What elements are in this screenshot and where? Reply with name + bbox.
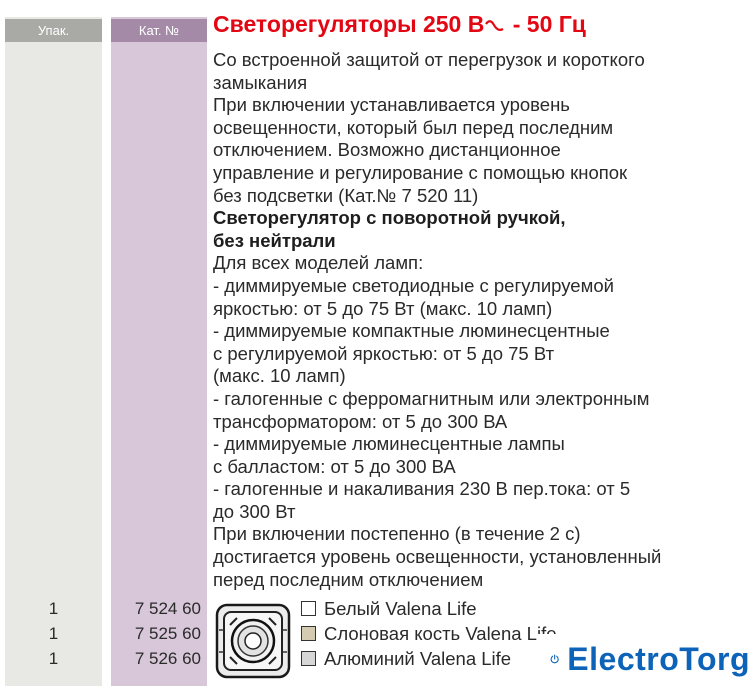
description-line: достигается уровень освещенности, устано… <box>213 546 662 568</box>
subtitle-line: Светорегулятор с поворотной ручкой, <box>213 207 566 229</box>
pack-quantity: 1 <box>48 599 59 618</box>
variant-name: Слоновая кость Valena Life <box>324 623 557 644</box>
description-line: без подсветки (Кат.№ 7 520 11) <box>213 184 479 206</box>
color-swatch <box>301 626 316 641</box>
section-title: Светорегуляторы 250 В - 50 Гц <box>213 11 750 38</box>
description-line: замыкания <box>213 71 308 93</box>
power-icon <box>550 654 559 664</box>
description-line: Для всех моделей ламп: <box>213 252 424 274</box>
product-description: Со встроенной защитой от перегрузок и ко… <box>213 49 748 591</box>
pack-quantity: 1 <box>48 624 59 643</box>
description-line: управление и регулирование с помощью кно… <box>213 161 628 183</box>
description-line: до 300 Вт <box>213 500 296 522</box>
variant-name: Алюминий Valena Life <box>324 648 512 669</box>
description-line: - диммируемые светодиодные с регулируемо… <box>213 274 614 296</box>
variant-name: Белый Valena Life <box>324 598 477 619</box>
description-line: Со встроенной защитой от перегрузок и ко… <box>213 49 645 70</box>
description-line: трансформатором: от 5 до 300 ВА <box>213 410 508 432</box>
description-line: перед последним отключением <box>213 568 484 590</box>
upak-header: Упак. <box>5 19 102 42</box>
color-swatch <box>301 601 316 616</box>
pack-quantity: 1 <box>48 649 59 668</box>
variant-row: 1 7 524 60 Белый Valena Life <box>0 597 750 620</box>
description-line: - диммируемые люминесцентные лампы <box>213 433 565 455</box>
description-line: (макс. 10 ламп) <box>213 365 346 387</box>
color-swatch <box>301 651 316 666</box>
catalog-number: 7 525 60 <box>134 624 201 643</box>
dimmer-product-image <box>215 603 291 679</box>
description-line: с регулируемой яркостью: от 5 до 75 Вт <box>213 342 555 364</box>
ac-wave-icon <box>485 20 504 31</box>
catalog-number: 7 526 60 <box>134 649 201 668</box>
catalog-number: 7 524 60 <box>134 599 201 618</box>
description-line: отключением. Возможно дистанционное <box>213 139 561 161</box>
description-line: При включении постепенно (в течение 2 с) <box>213 523 581 545</box>
title-text: Светорегуляторы 250 В <box>213 11 485 37</box>
description-line: - диммируемые компактные люминесцентные <box>213 320 610 342</box>
electrotorg-logo: ElectroTorg <box>538 634 750 684</box>
catalog-header: Кат. № <box>111 19 207 42</box>
description-line: При включении устанавливается уровень <box>213 94 570 116</box>
title-frequency: - 50 Гц <box>506 11 586 37</box>
catalog-column <box>111 17 207 686</box>
description-line: - галогенные с ферромагнитным или электр… <box>213 387 650 409</box>
upak-column <box>5 17 102 686</box>
logo-text: ElectroTorg <box>567 640 750 677</box>
description-line: яркостью: от 5 до 75 Вт (макс. 10 ламп) <box>213 297 553 319</box>
description-line: - галогенные и накаливания 230 В пер.ток… <box>213 478 631 500</box>
description-line: с балластом: от 5 до 300 ВА <box>213 455 456 477</box>
subtitle-line: без нейтрали <box>213 229 336 251</box>
description-line: освещенности, который был перед последни… <box>213 116 614 138</box>
